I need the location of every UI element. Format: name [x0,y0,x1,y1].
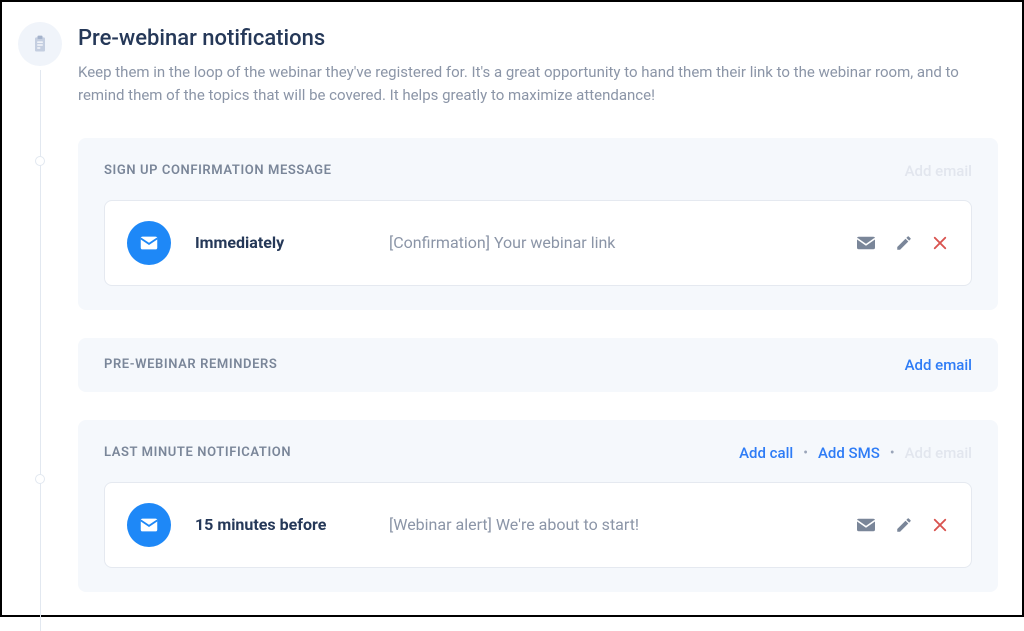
timeline-node [35,156,45,166]
card-timing: Immediately [195,233,365,252]
timeline-node [35,474,45,484]
section-reminders: PRE-WEBINAR REMINDERS Add email [78,338,998,392]
section-title-confirmation: SIGN UP CONFIRMATION MESSAGE [104,163,332,178]
separator-dot: • [803,445,808,461]
section-confirmation: SIGN UP CONFIRMATION MESSAGE Add email I… [78,138,998,310]
notification-card: 15 minutes before [Webinar alert] We're … [104,482,972,568]
separator-dot: • [890,445,895,461]
preview-mail-button[interactable] [855,234,877,252]
mail-icon [127,221,171,265]
card-subject: [Webinar alert] We're about to start! [389,515,831,534]
clipboard-icon [18,22,62,66]
edit-button[interactable] [895,516,913,534]
add-email-link[interactable]: Add email [905,162,972,180]
mail-icon [127,503,171,547]
card-subject: [Confirmation] Your webinar link [389,233,831,252]
section-title-last-minute: LAST MINUTE NOTIFICATION [104,445,291,460]
delete-button[interactable] [931,234,949,252]
page-description: Keep them in the loop of the webinar the… [78,61,990,108]
preview-mail-button[interactable] [855,516,877,534]
delete-button[interactable] [931,516,949,534]
edit-button[interactable] [895,234,913,252]
notification-card: Immediately [Confirmation] Your webinar … [104,200,972,286]
add-email-link[interactable]: Add email [905,356,972,374]
add-email-link[interactable]: Add email [905,444,972,462]
section-title-reminders: PRE-WEBINAR REMINDERS [104,357,277,372]
page-title: Pre-webinar notifications [78,26,990,51]
section-last-minute: LAST MINUTE NOTIFICATION Add call • Add … [78,420,998,592]
add-sms-link[interactable]: Add SMS [818,444,880,462]
card-timing: 15 minutes before [195,515,365,534]
add-call-link[interactable]: Add call [739,444,793,462]
